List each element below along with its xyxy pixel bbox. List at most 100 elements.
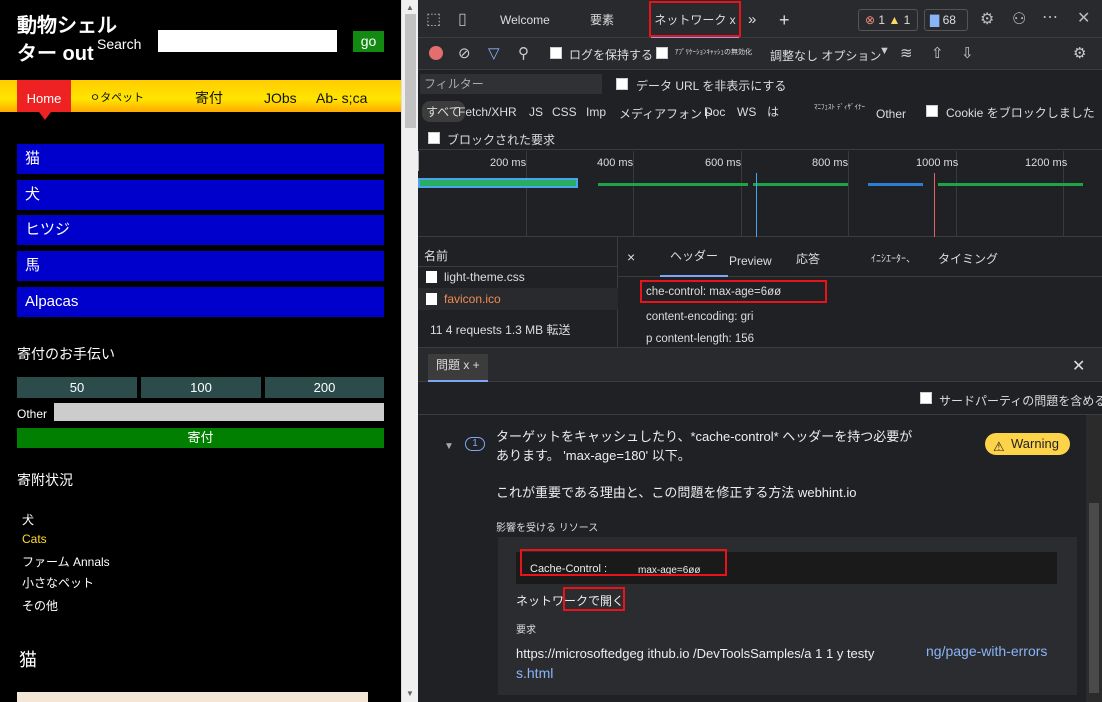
type-doc[interactable]: Doc <box>704 105 725 119</box>
timeline-gridline <box>848 151 849 237</box>
more-options-icon[interactable]: ⋯ <box>1042 7 1058 27</box>
inspect-icon[interactable]: ⬚ <box>426 9 441 29</box>
scroll-thumb[interactable] <box>405 14 416 128</box>
network-timeline[interactable]: 200 ms 400 ms 600 ms 800 ms 1000 ms 1200… <box>418 151 1102 237</box>
export-icon[interactable]: ⇩ <box>961 44 974 62</box>
add-tab-button[interactable]: + <box>779 0 790 38</box>
network-settings-icon[interactable]: ⚙ <box>1073 44 1086 62</box>
timeline-tick: 600 ms <box>705 157 742 169</box>
request-list-header[interactable]: 名前 <box>418 237 618 267</box>
clear-icon[interactable]: ⊘ <box>458 44 471 62</box>
animal-cat-button[interactable]: 猫 <box>17 144 384 174</box>
nav-pets[interactable]: ㅇタペット <box>90 80 144 112</box>
type-css[interactable]: CSS <box>552 105 577 119</box>
status-item[interactable]: ファーム Annals <box>22 553 110 570</box>
warning-label: Warning <box>1011 436 1059 451</box>
amount-100-button[interactable]: 100 <box>141 377 261 398</box>
status-item[interactable]: その他 <box>22 597 58 614</box>
section-heading: 猫 <box>19 650 37 670</box>
tab-timing[interactable]: タイミング <box>938 250 998 267</box>
tab-welcome[interactable]: Welcome <box>500 0 550 38</box>
nav-jobs[interactable]: JObs <box>264 80 297 112</box>
animal-dog-button[interactable]: 犬 <box>17 180 384 210</box>
type-fetch[interactable]: Fetch/XHR <box>458 105 517 119</box>
type-img[interactable]: Imp <box>586 105 606 119</box>
request-row[interactable]: light-theme.css <box>418 266 618 288</box>
issues-scrollbar[interactable] <box>1086 415 1102 702</box>
tab-preview[interactable]: Preview <box>729 254 772 268</box>
blocked-requests-checkbox[interactable] <box>428 132 440 144</box>
animal-sheep-button[interactable]: ヒツジ <box>17 215 384 245</box>
nav-about[interactable]: Ab- s;ca <box>316 80 367 112</box>
animal-horse-button[interactable]: 馬 <box>17 251 384 281</box>
close-drawer-icon[interactable]: ✕ <box>1072 356 1085 376</box>
network-conditions-icon[interactable]: ≋ <box>900 44 913 62</box>
type-wasm[interactable]: は <box>767 103 779 120</box>
search-label: Search <box>97 36 142 52</box>
issue-explanation[interactable]: これが重要である理由と、この問題を修正する方法 webhint.io <box>496 482 857 501</box>
scroll-down-icon[interactable]: ▼ <box>406 689 414 698</box>
status-item[interactable]: 小さなペット <box>22 574 94 591</box>
close-devtools-icon[interactable]: ✕ <box>1077 8 1090 28</box>
filter-input[interactable]: フィルター <box>420 74 602 94</box>
warning-icon: ▲ <box>888 13 901 27</box>
issues-counter[interactable]: ⊗ 1 ▲ 1 <box>858 9 918 31</box>
go-button[interactable]: go <box>353 31 384 52</box>
preserve-log-checkbox[interactable] <box>550 47 562 59</box>
timeline-bar <box>938 183 1083 186</box>
header-line: p content-length: 156 <box>646 333 755 345</box>
search-input[interactable] <box>158 30 337 52</box>
type-ws[interactable]: WS <box>737 105 756 119</box>
status-item[interactable]: 犬 <box>22 511 34 528</box>
expand-arrow-icon[interactable]: ▼ <box>444 441 454 452</box>
messages-counter[interactable]: ▇ 68 <box>924 9 968 31</box>
type-js[interactable]: JS <box>529 105 543 119</box>
issue-title[interactable]: ターゲットをキャッシュしたり、*cache-control* ヘッダーを持つ必要… <box>496 427 916 465</box>
hide-data-urls-label: データ URL を非表示にする <box>636 79 787 93</box>
timeline-selection[interactable] <box>418 178 578 188</box>
scroll-thumb[interactable] <box>1089 503 1099 693</box>
request-url-link[interactable]: ng/page-with-errors <box>926 643 1047 659</box>
request-row-selected[interactable]: favicon.ico <box>418 288 618 310</box>
message-icon: ▇ <box>930 13 940 27</box>
tab-elements[interactable]: 要素 <box>590 0 614 38</box>
settings-gear-icon[interactable]: ⚙ <box>980 9 994 29</box>
search-icon[interactable]: ⚲ <box>518 44 529 62</box>
device-emulation-icon[interactable]: ▯ <box>458 9 467 29</box>
tab-initiator[interactable]: ｲﾆｼｴｰﾀｰ、 <box>871 250 916 265</box>
request-name: favicon.ico <box>444 292 501 306</box>
type-manifest[interactable]: ﾏﾆﾌｪｽﾄ ﾃﾞｨｻﾞｲﾅｰ <box>814 102 865 112</box>
throttling-select[interactable]: 調整なし オプション <box>770 47 881 64</box>
import-icon[interactable]: ⇧ <box>931 44 944 62</box>
filter-icon[interactable]: ▽ <box>488 44 500 62</box>
request-url-link[interactable]: s.html <box>516 665 553 681</box>
type-media[interactable]: メディア <box>619 105 666 122</box>
animal-alpaca-button[interactable]: Alpacas <box>17 287 384 317</box>
hide-data-urls-checkbox[interactable] <box>616 78 628 90</box>
chevron-down-icon[interactable]: ▼ <box>879 45 890 57</box>
record-icon[interactable] <box>429 46 443 60</box>
third-party-checkbox[interactable] <box>920 392 932 404</box>
filter-row: フィルター データ URL を非表示にする <box>418 70 1102 98</box>
scroll-up-icon[interactable]: ▲ <box>406 3 414 12</box>
page-scrollbar[interactable]: ▲ ▼ <box>401 0 418 702</box>
status-item[interactable]: Cats <box>22 532 47 546</box>
nav-donate[interactable]: 寄付 <box>195 80 223 112</box>
load-event-marker <box>934 173 935 237</box>
donate-button[interactable]: 寄付 <box>17 428 384 448</box>
other-amount-input[interactable] <box>54 403 384 421</box>
header-line: content-encoding: gri <box>646 311 754 323</box>
disable-cache-checkbox[interactable] <box>656 47 668 59</box>
amount-200-button[interactable]: 200 <box>265 377 384 398</box>
blocked-cookies-checkbox[interactable] <box>926 105 938 117</box>
close-detail-icon[interactable]: × <box>627 249 635 265</box>
more-tabs-button[interactable]: » <box>748 0 756 38</box>
timeline-start <box>418 151 419 171</box>
nav-home[interactable]: Home <box>17 80 71 112</box>
amount-50-button[interactable]: 50 <box>17 377 137 398</box>
type-other[interactable]: Other <box>876 107 906 121</box>
tab-response[interactable]: 応答 <box>796 250 820 267</box>
tab-issues[interactable]: 問題 x + <box>428 354 488 382</box>
feedback-icon[interactable]: ⚇ <box>1012 9 1026 29</box>
tab-headers[interactable]: ヘッダー <box>660 247 729 277</box>
